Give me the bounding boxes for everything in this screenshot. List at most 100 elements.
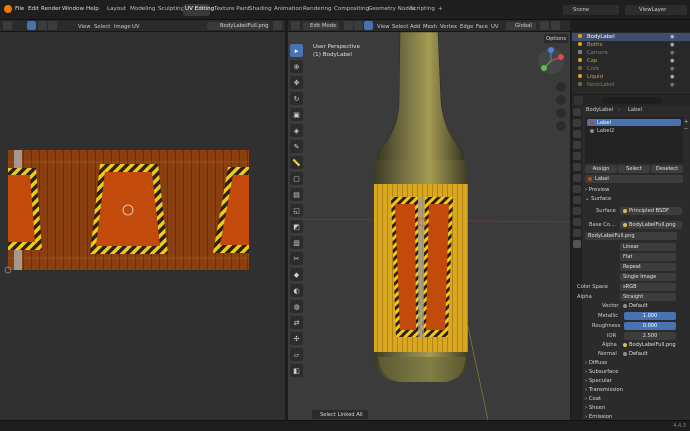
- world-tab-icon[interactable]: [573, 163, 581, 171]
- tab-geometry-nodes[interactable]: Geometry Nodes: [368, 6, 415, 12]
- mode-selector[interactable]: Edit Mode: [303, 22, 339, 30]
- uv-menu-view[interactable]: View: [78, 24, 91, 30]
- image-datablock-field[interactable]: BodyLabelFull.png: [585, 232, 677, 240]
- vp-menu-uv[interactable]: UV: [491, 24, 499, 30]
- edge-select-icon[interactable]: [48, 21, 57, 30]
- vp-menu-view[interactable]: View: [377, 24, 390, 30]
- roughness-slider[interactable]: 0.000: [624, 322, 676, 330]
- diffuse-panel-header[interactable]: › Diffuse: [585, 360, 607, 366]
- menu-file[interactable]: File: [15, 6, 24, 12]
- deselect-button[interactable]: Deselect: [651, 165, 683, 173]
- data-tab-icon[interactable]: [573, 229, 581, 237]
- visibility-eye-icon[interactable]: ◉: [670, 50, 675, 56]
- remove-slot-icon[interactable]: −: [684, 126, 689, 132]
- uv-menu-select[interactable]: Select: [94, 24, 110, 30]
- tab-compositing[interactable]: Compositing: [334, 6, 369, 12]
- uv-menu-uv[interactable]: UV: [132, 24, 140, 30]
- alpha-mode-dropdown[interactable]: Straight: [620, 293, 676, 301]
- constraints-tab-icon[interactable]: [573, 218, 581, 226]
- add-slot-icon[interactable]: +: [684, 119, 689, 125]
- surface-panel-header[interactable]: ⌄ Surface: [585, 196, 611, 202]
- editor-type-icon[interactable]: [3, 21, 12, 30]
- vp-menu-face[interactable]: Face: [476, 24, 488, 30]
- orientation-selector[interactable]: Global: [506, 22, 536, 30]
- zoom-icon[interactable]: [556, 82, 566, 92]
- material-slot-row[interactable]: Label: [587, 119, 681, 126]
- tab-layout[interactable]: Layout: [107, 6, 126, 12]
- uv-sync-icon[interactable]: [27, 21, 36, 30]
- editor-type-icon-props[interactable]: [574, 96, 583, 105]
- visibility-eye-icon[interactable]: ◉: [670, 66, 675, 72]
- scene-tab-icon[interactable]: [573, 152, 581, 160]
- properties-search[interactable]: [602, 97, 662, 104]
- extension-dropdown[interactable]: Repeat: [620, 263, 676, 271]
- vp-menu-select[interactable]: Select: [392, 24, 408, 30]
- visibility-eye-icon[interactable]: ◉: [670, 34, 675, 40]
- outliner-row[interactable]: BodyLabel ◉: [572, 33, 690, 41]
- ior-field[interactable]: 2.500: [624, 332, 676, 340]
- view-layer-selector[interactable]: ViewLayer: [625, 5, 687, 15]
- vector-field[interactable]: Default: [620, 302, 676, 310]
- tool-tab-icon[interactable]: [573, 108, 581, 116]
- output-tab-icon[interactable]: [573, 130, 581, 138]
- projection-dropdown[interactable]: Flat: [620, 253, 676, 261]
- visibility-eye-icon[interactable]: ◉: [670, 74, 675, 80]
- tab-rendering[interactable]: Rendering: [303, 6, 332, 12]
- menu-render[interactable]: Render: [41, 6, 61, 12]
- preview-panel-header[interactable]: › Preview: [585, 187, 609, 193]
- color-space-dropdown[interactable]: sRGB: [620, 283, 676, 291]
- coat-panel-header[interactable]: › Coat: [585, 396, 601, 402]
- tab-uv-editing[interactable]: UV Editing: [185, 6, 214, 12]
- visibility-eye-icon[interactable]: ◉: [670, 58, 675, 64]
- proportional-edit-icon[interactable]: [551, 21, 560, 30]
- outliner-row[interactable]: Bottle ◉: [572, 41, 690, 49]
- material-tab-icon[interactable]: [573, 240, 581, 248]
- vertex-mode-icon[interactable]: [344, 21, 353, 30]
- viewport-3d[interactable]: ▸ ⊕ ✥ ↻ ▣ ◈ ✎ 📏 ▢ ▤ ◱ ◩ ▥ ✂ ◆ ◐ ◍ ⇄ ✣ ▱ …: [288, 32, 570, 420]
- uv-menu-image[interactable]: Image: [114, 24, 131, 30]
- vp-menu-mesh[interactable]: Mesh: [423, 24, 437, 30]
- outliner-row[interactable]: Cap ◉: [572, 57, 690, 65]
- menu-window[interactable]: Window: [62, 6, 84, 12]
- add-workspace-button[interactable]: +: [438, 6, 443, 12]
- edge-mode-icon[interactable]: [354, 21, 363, 30]
- vp-menu-edge[interactable]: Edge: [460, 24, 473, 30]
- tab-shading[interactable]: Shading: [249, 6, 272, 12]
- image-selector[interactable]: BodyLabelFull.png: [207, 22, 269, 30]
- tab-animation[interactable]: Animation: [274, 6, 303, 12]
- perspective-toggle-icon[interactable]: [556, 121, 566, 131]
- blender-logo-icon[interactable]: [4, 5, 12, 13]
- uv-editor-canvas[interactable]: [0, 32, 285, 420]
- alpha-input-field[interactable]: BodyLabelFull.png: [620, 341, 682, 349]
- material-slot-row[interactable]: Label2: [587, 127, 681, 134]
- normal-field[interactable]: Default: [620, 350, 676, 358]
- camera-view-icon[interactable]: [556, 108, 566, 118]
- editor-type-icon-3d[interactable]: [291, 21, 300, 30]
- outliner-row[interactable]: Liquid ◉: [572, 73, 690, 81]
- snap-icon[interactable]: [540, 21, 549, 30]
- assign-button[interactable]: Assign: [585, 165, 617, 173]
- vp-menu-vertex[interactable]: Vertex: [440, 24, 457, 30]
- menu-edit[interactable]: Edit: [28, 6, 39, 12]
- outliner-row[interactable]: Cork ◉: [572, 65, 690, 73]
- visibility-eye-icon[interactable]: ◉: [670, 42, 675, 48]
- vp-menu-add[interactable]: Add: [410, 24, 420, 30]
- tab-texture-paint[interactable]: Texture Paint: [214, 6, 250, 12]
- view-layer-tab-icon[interactable]: [573, 141, 581, 149]
- material-selector[interactable]: Label: [585, 175, 683, 183]
- render-tab-icon[interactable]: [573, 119, 581, 127]
- navigation-gizmo[interactable]: [536, 46, 566, 76]
- surface-shader-field[interactable]: Principled BSDF: [620, 207, 682, 215]
- sheen-panel-header[interactable]: › Sheen: [585, 405, 605, 411]
- face-mode-icon[interactable]: [364, 21, 373, 30]
- vertex-select-icon[interactable]: [38, 21, 47, 30]
- options-button[interactable]: Options: [544, 34, 568, 43]
- pin-icon[interactable]: [273, 21, 282, 30]
- subsurface-panel-header[interactable]: › Subsurface: [585, 369, 618, 375]
- outliner-row[interactable]: Camera ◉: [572, 49, 690, 57]
- pan-icon[interactable]: [556, 95, 566, 105]
- outliner-row[interactable]: NeckLabel ◉: [572, 81, 690, 89]
- menu-help[interactable]: Help: [86, 6, 99, 12]
- last-operator-panel[interactable]: Select Linked All: [312, 410, 368, 419]
- source-dropdown[interactable]: Single Image: [620, 273, 676, 281]
